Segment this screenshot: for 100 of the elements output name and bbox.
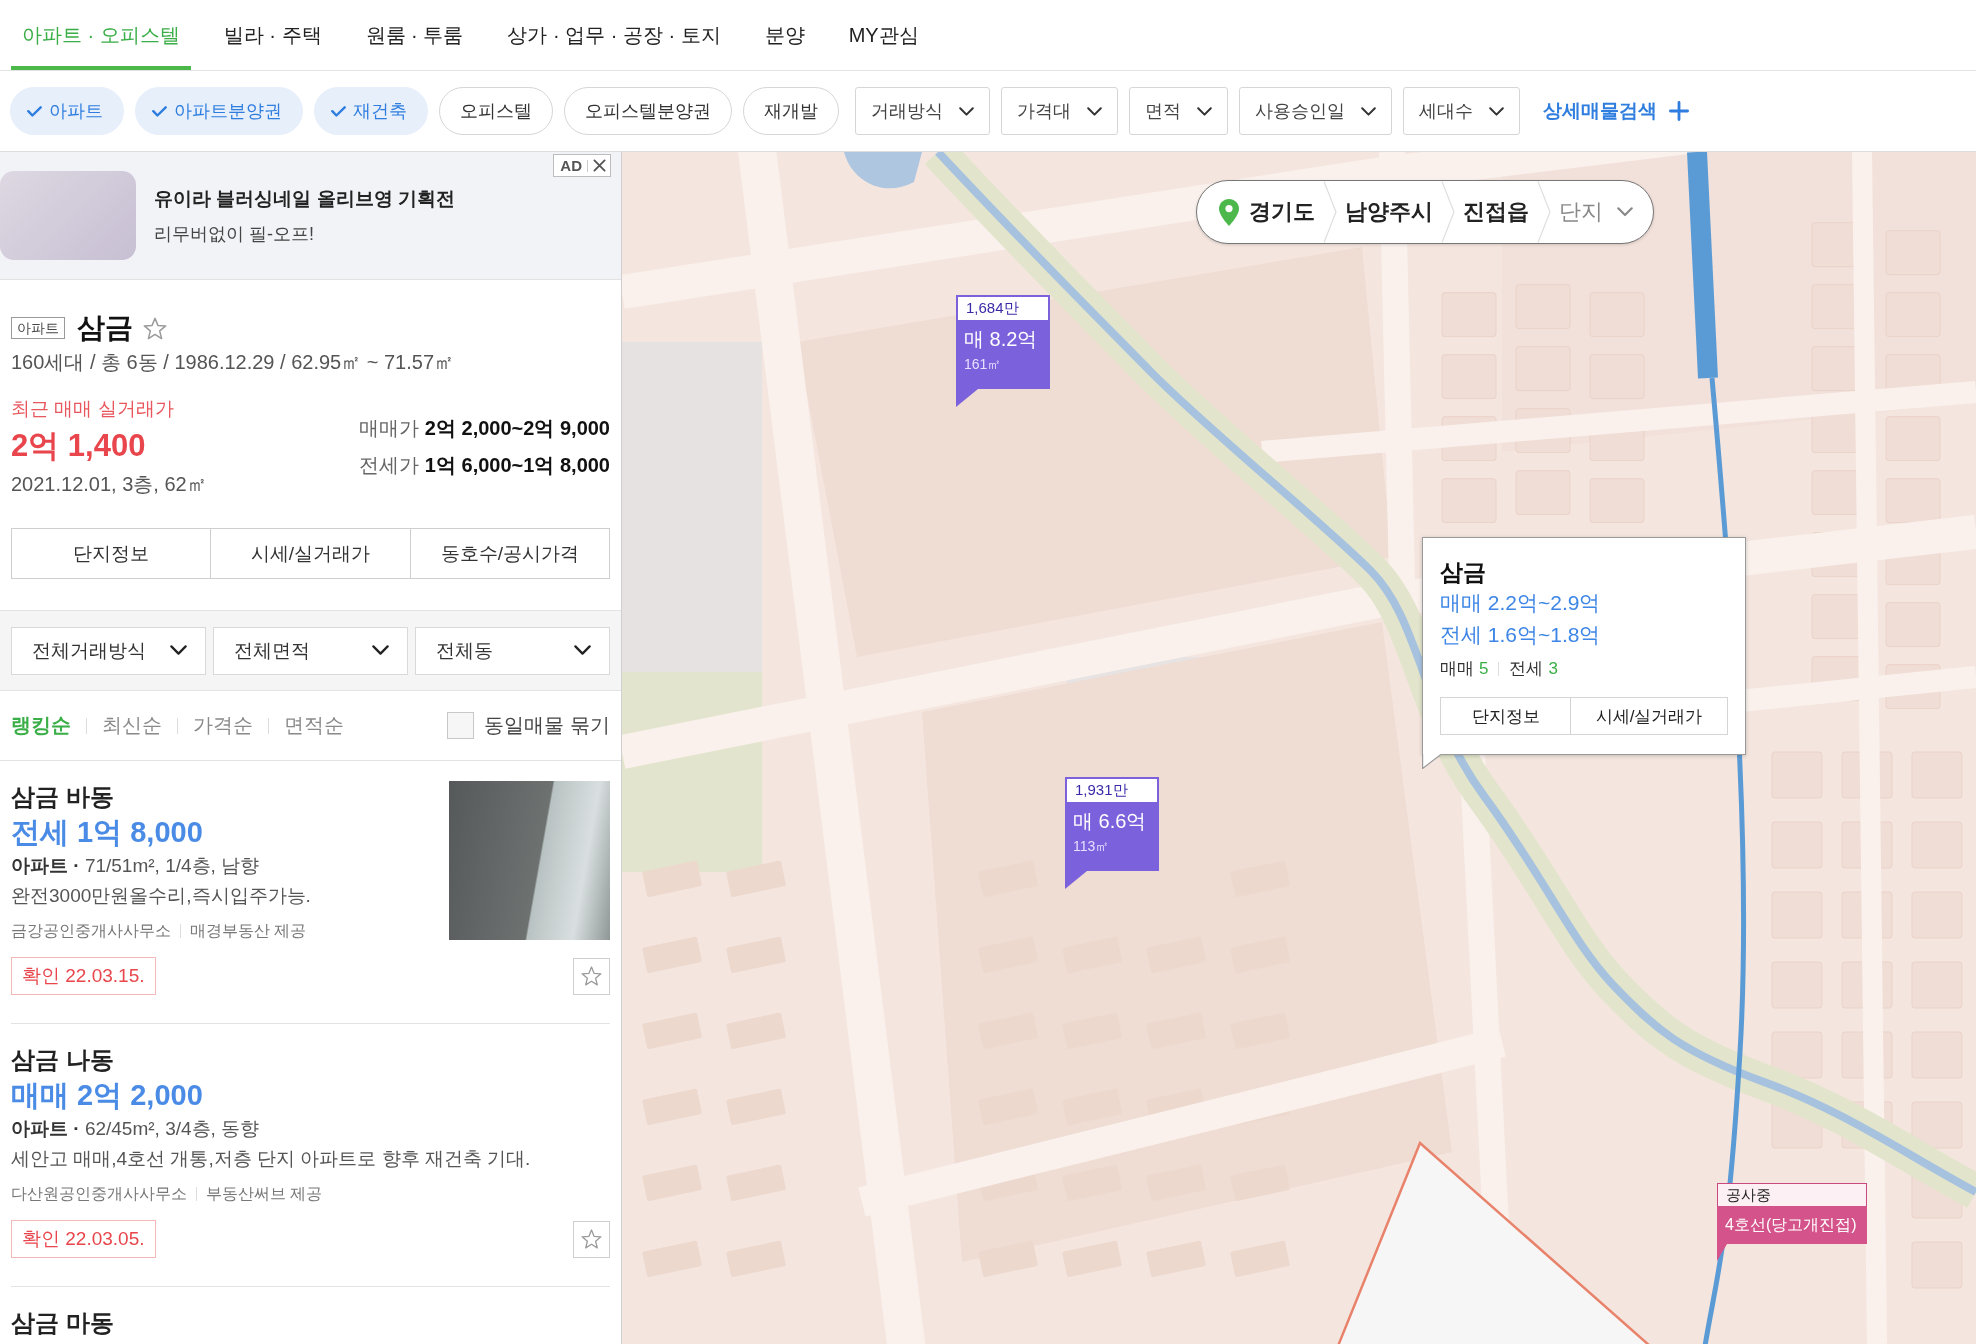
chevron-down-icon xyxy=(1617,207,1633,217)
listing-price: 전세 1억 8,000 xyxy=(11,815,203,850)
listing-specs: 아파트 · 62/45m², 3/4층, 동향 xyxy=(11,1117,260,1141)
photo-placeholder[interactable] xyxy=(449,781,610,940)
breadcrumb-item[interactable]: 남양주시 xyxy=(1345,181,1433,243)
check-icon xyxy=(152,105,167,117)
favorite-button[interactable] xyxy=(573,957,610,995)
listing-description: 세안고 매매,4호선 개통,저층 단지 아파트로 향후 재건축 기대. xyxy=(11,1147,531,1171)
popup-button[interactable]: 단지정보 xyxy=(1440,697,1571,735)
chevron-down-icon xyxy=(1087,106,1102,116)
marker-price: 매 8.2억 xyxy=(964,327,1038,352)
recent-sale-detail: 2021.12.01, 3층, 62㎡ xyxy=(11,472,207,497)
marker-area: 161㎡ xyxy=(964,354,1002,374)
filter-dropdown[interactable]: 면적 xyxy=(1129,87,1228,135)
close-icon xyxy=(593,159,606,172)
detail-search-button[interactable]: 상세매물검색 xyxy=(1543,87,1689,135)
confirmed-date-tag: 확인 22.03.05. xyxy=(11,1220,156,1258)
nav-tab[interactable]: MY관심 xyxy=(837,0,930,70)
complex-tab-button[interactable]: 단지정보 xyxy=(11,528,212,579)
listing-price: 매매 2억 2,000 xyxy=(11,1078,203,1113)
filter-chip[interactable]: 재건축 xyxy=(314,87,428,135)
listing-count: 전세 3 xyxy=(1509,658,1558,680)
nav-tab[interactable]: 상가 · 업무 · 공장 · 토지 xyxy=(496,0,732,70)
filter-chip[interactable]: 오피스텔분양권 xyxy=(564,87,732,135)
chevron-down-icon xyxy=(959,106,974,116)
construction-status: 공사중 xyxy=(1717,1183,1867,1206)
complex-summary: 160세대 / 총 6동 / 1986.12.29 / 62.95㎡ ~ 71.57㎡ xyxy=(11,350,456,374)
checkbox-label[interactable]: 동일매물 묶기 xyxy=(484,712,610,739)
listing-filter-dropdown[interactable]: 전체거래방식 xyxy=(11,626,206,675)
nav-tab[interactable]: 원룸 · 투룸 xyxy=(354,0,475,70)
marker-price: 매 6.6억 xyxy=(1073,809,1147,834)
listing-description: 완전3000만원올수리,즉시입주가능. xyxy=(11,884,311,908)
close-button[interactable] xyxy=(593,159,606,172)
checkbox[interactable] xyxy=(447,712,475,739)
chevron-down-icon xyxy=(1489,106,1504,116)
recent-price-label: 최근 매매 실거래가 xyxy=(11,397,174,421)
ad-label: AD xyxy=(560,157,582,174)
level-select[interactable]: 단지 xyxy=(1559,181,1633,243)
marker-unit-price: 1,684만 xyxy=(956,295,1050,320)
price-marker[interactable]: 1,684만 매 8.2억 161㎡ xyxy=(956,295,1050,407)
price-range: 매매가 2억 2,000~2억 9,000 xyxy=(359,416,610,441)
plus-icon xyxy=(1669,101,1689,121)
property-type-tag: 아파트 xyxy=(11,317,65,339)
construction-label[interactable]: 공사중 4호선(당고개진접) xyxy=(1717,1183,1867,1261)
favorite-button[interactable] xyxy=(573,1220,610,1258)
filter-chip[interactable]: 재개발 xyxy=(743,87,839,135)
check-icon xyxy=(331,105,346,117)
listing-provider: 매경부동산 제공 xyxy=(190,921,307,941)
filter-dropdown[interactable]: 사용승인일 xyxy=(1239,87,1392,135)
price-marker[interactable]: 1,931만 매 6.6억 113㎡ xyxy=(1065,777,1159,889)
nav-tab[interactable]: 분양 xyxy=(753,0,816,70)
filter-dropdown[interactable]: 거래방식 xyxy=(855,87,990,135)
chevron-right-icon xyxy=(1441,181,1455,243)
complex-name: 삼금 xyxy=(77,311,133,345)
chevron-down-icon xyxy=(1197,106,1212,116)
price-range: 전세가 1억 6,000~1억 8,000 xyxy=(359,453,610,478)
confirmed-date-tag: 확인 22.03.15. xyxy=(11,957,156,995)
marker-area: 113㎡ xyxy=(1073,836,1110,856)
chevron-down-icon xyxy=(1361,106,1376,116)
filter-dropdown[interactable]: 가격대 xyxy=(1001,87,1118,135)
chevron-down-icon xyxy=(170,645,187,656)
filter-chip[interactable]: 아파트분양권 xyxy=(135,87,303,135)
subway-line-name: 4호선(당고개진접) xyxy=(1724,1214,1858,1235)
filter-chip[interactable]: 아파트 xyxy=(10,87,124,135)
pointer-tail-icon xyxy=(1065,871,1087,889)
star-icon[interactable] xyxy=(581,1228,602,1250)
marker-unit-price: 1,931만 xyxy=(1065,777,1159,802)
listing-title[interactable]: 삼금 바동 xyxy=(11,781,114,813)
listing-count: 매매 5 xyxy=(1440,658,1489,680)
location-pin-icon xyxy=(1219,198,1239,226)
nav-tab[interactable]: 빌라 · 주택 xyxy=(212,0,333,70)
listing-filter-dropdown[interactable]: 전체면적 xyxy=(213,626,408,675)
recent-price: 2억 1,400 xyxy=(11,427,146,465)
listing-filter-dropdown[interactable]: 전체동 xyxy=(415,626,610,675)
ad-subtitle[interactable]: 리무버없이 필-오프! xyxy=(154,221,455,246)
listing-specs: 아파트 · 71/51m², 1/4층, 남향 xyxy=(11,854,260,878)
agency-name: 금강공인중개사사무소 xyxy=(11,921,171,941)
filter-dropdown[interactable]: 세대수 xyxy=(1403,87,1520,135)
agency-name: 다산원공인중개사사무소 xyxy=(11,1184,187,1204)
filter-chip[interactable]: 오피스텔 xyxy=(439,87,553,135)
complex-tab-button[interactable]: 동호수/공시가격 xyxy=(409,528,610,579)
chevron-right-icon xyxy=(1537,181,1551,243)
pointer-tail-icon xyxy=(1422,754,1442,769)
complex-tab-button[interactable]: 시세/실거래가 xyxy=(210,528,411,579)
star-icon[interactable] xyxy=(581,965,602,987)
popup-button[interactable]: 시세/실거래가 xyxy=(1570,697,1728,735)
listing-title[interactable]: 삼금 마동 xyxy=(11,1307,114,1339)
ad-title[interactable]: 유이라 블러싱네일 올리브영 기획전 xyxy=(154,185,455,212)
chevron-down-icon xyxy=(574,645,591,656)
breadcrumb-item[interactable]: 진접읍 xyxy=(1463,181,1529,243)
sale-price-range: 매매 2.2억~2.9억 xyxy=(1440,590,1601,616)
breadcrumb-item[interactable]: 경기도 xyxy=(1219,181,1315,243)
chevron-right-icon xyxy=(1323,181,1337,243)
listing-title[interactable]: 삼금 나동 xyxy=(11,1044,114,1076)
check-icon xyxy=(27,105,42,117)
chevron-down-icon xyxy=(372,645,389,656)
pointer-tail-icon xyxy=(956,389,978,407)
popup-title: 삼금 xyxy=(1440,558,1487,587)
listing-provider: 부동산써브 제공 xyxy=(206,1184,323,1204)
star-icon[interactable] xyxy=(143,316,167,340)
